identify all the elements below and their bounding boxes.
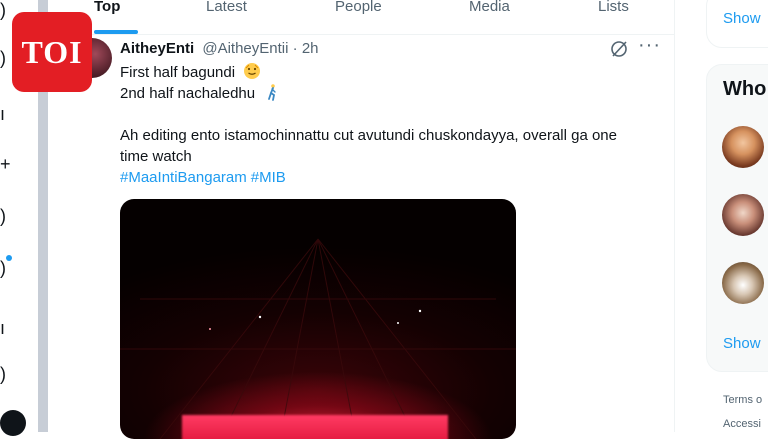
tweet-line-1: First half bagundi <box>120 62 670 83</box>
toi-logo: TOI <box>12 12 92 92</box>
suggested-user-avatar-2[interactable] <box>722 194 764 236</box>
grok-icon[interactable] <box>610 40 628 58</box>
active-tab-indicator <box>94 30 138 34</box>
nav-icon-3[interactable]: ı <box>0 104 12 124</box>
accessibility-link[interactable]: Accessi <box>723 418 761 430</box>
tweet-text: First half bagundi 2nd half nachaledhu A… <box>120 62 670 188</box>
cinema-screen <box>182 415 448 439</box>
more-options-icon[interactable]: ··· <box>638 34 661 57</box>
tweet-line-4: time watch <box>120 148 192 165</box>
account-avatar[interactable] <box>0 410 26 436</box>
slightly-smiling-face-icon <box>244 63 261 79</box>
nav-icon-4[interactable]: + <box>0 154 12 174</box>
hashtag-maaintibangaram[interactable]: #MaaIntiBangaram <box>120 169 247 186</box>
hashtag-mib[interactable]: #MIB <box>251 169 286 186</box>
search-tabs: Top Latest People Media Lists <box>48 0 674 35</box>
show-more-link-bottom[interactable]: Show <box>723 335 761 352</box>
nav-icon-1[interactable]: ) <box>0 0 12 20</box>
tweet-media-image[interactable] <box>120 199 516 439</box>
tweet-author-handle[interactable]: @AitheyEntii <box>202 40 288 57</box>
tab-lists[interactable]: Lists <box>598 0 629 15</box>
tab-top[interactable]: Top <box>94 0 120 15</box>
tweet-line-2: 2nd half nachaledhu <box>120 83 670 104</box>
who-to-follow-heading: Who <box>723 78 767 100</box>
tab-latest[interactable]: Latest <box>206 0 247 15</box>
tab-people[interactable]: People <box>335 0 382 15</box>
tab-media[interactable]: Media <box>469 0 510 15</box>
tweet-author-name[interactable]: AitheyEnti <box>120 40 194 57</box>
theater-ceiling-graphic <box>120 238 516 439</box>
show-more-link-top[interactable]: Show <box>723 10 761 27</box>
toi-logo-text: TOI <box>21 33 83 70</box>
tweet-header: AitheyEnti @AitheyEntii · 2h <box>120 40 319 57</box>
nav-icon-7[interactable]: ı <box>0 318 12 338</box>
nav-icon-6[interactable]: ) <box>0 258 12 278</box>
suggested-user-avatar-1[interactable] <box>722 126 764 168</box>
tweet-line-3: Ah editing ento istamochinnattu cut avut… <box>120 127 617 144</box>
walking-person-icon <box>268 84 276 101</box>
suggested-user-avatar-3[interactable] <box>722 262 764 304</box>
nav-icon-2[interactable]: ) <box>0 48 12 68</box>
tweet-timestamp[interactable]: 2h <box>302 40 319 57</box>
terms-link[interactable]: Terms o <box>723 394 762 406</box>
nav-icon-5[interactable]: ) <box>0 206 12 226</box>
nav-icon-8[interactable]: ) <box>0 364 12 384</box>
tweet-line-2-text: 2nd half nachaledhu <box>120 85 256 102</box>
tweet-line-1-text: First half bagundi <box>120 64 236 81</box>
tweet-hashtags: #MaaIntiBangaram #MIB <box>120 167 670 188</box>
tweet-separator: · <box>292 40 298 57</box>
